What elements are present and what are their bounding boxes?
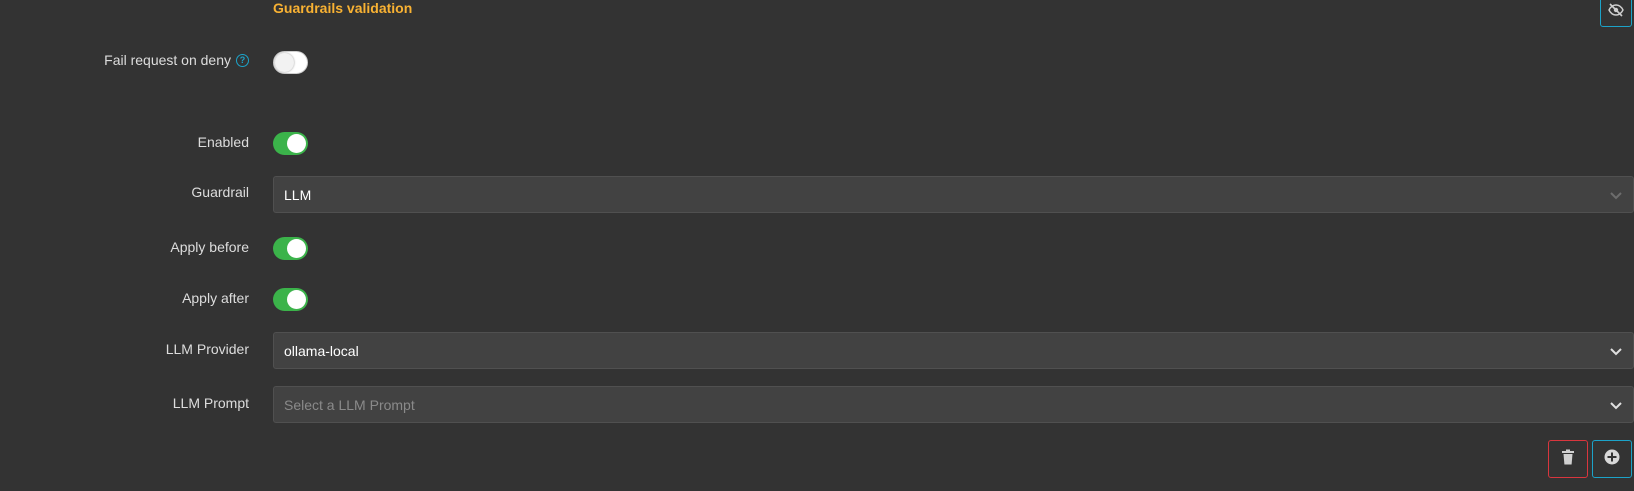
toggle-knob — [275, 53, 294, 72]
toggle-knob — [287, 290, 306, 309]
guardrails-page: Guardrails validation Fail request on de… — [0, 0, 1634, 491]
chevron-down-icon — [1609, 190, 1623, 200]
fail-request-on-deny-toggle[interactable] — [273, 51, 308, 74]
help-icon[interactable]: ? — [236, 53, 249, 67]
apply-before-label: Apply before — [170, 239, 249, 255]
fail-request-on-deny-text: Fail request on deny — [104, 52, 231, 68]
llm-prompt-placeholder: Select a LLM Prompt — [284, 396, 415, 413]
toggle-visibility-button[interactable] — [1600, 0, 1632, 27]
chevron-down-icon — [1609, 400, 1623, 410]
plus-circle-icon — [1604, 449, 1620, 470]
section-title: Guardrails validation — [273, 0, 413, 16]
toggle-knob — [287, 239, 306, 258]
guardrail-value: LLM — [284, 186, 312, 203]
guardrail-label: Guardrail — [191, 184, 249, 200]
apply-before-toggle[interactable] — [273, 237, 308, 260]
enabled-toggle[interactable] — [273, 132, 308, 155]
llm-provider-select[interactable]: ollama-local — [273, 332, 1634, 369]
delete-button[interactable] — [1548, 440, 1588, 478]
llm-provider-value: ollama-local — [284, 342, 359, 359]
toggle-knob — [287, 134, 306, 153]
trash-icon — [1561, 449, 1575, 470]
apply-after-toggle[interactable] — [273, 288, 308, 311]
guardrail-select[interactable]: LLM — [273, 176, 1634, 213]
eye-slash-icon — [1608, 2, 1624, 22]
apply-after-label: Apply after — [182, 290, 249, 306]
llm-provider-label: LLM Provider — [165, 341, 249, 357]
enabled-label: Enabled — [197, 134, 249, 150]
llm-prompt-select[interactable]: Select a LLM Prompt — [273, 386, 1634, 423]
add-button[interactable] — [1592, 440, 1632, 478]
chevron-down-icon — [1609, 346, 1623, 356]
llm-prompt-label: LLM Prompt — [172, 395, 249, 411]
fail-request-on-deny-label: Fail request on deny ? — [104, 52, 249, 68]
